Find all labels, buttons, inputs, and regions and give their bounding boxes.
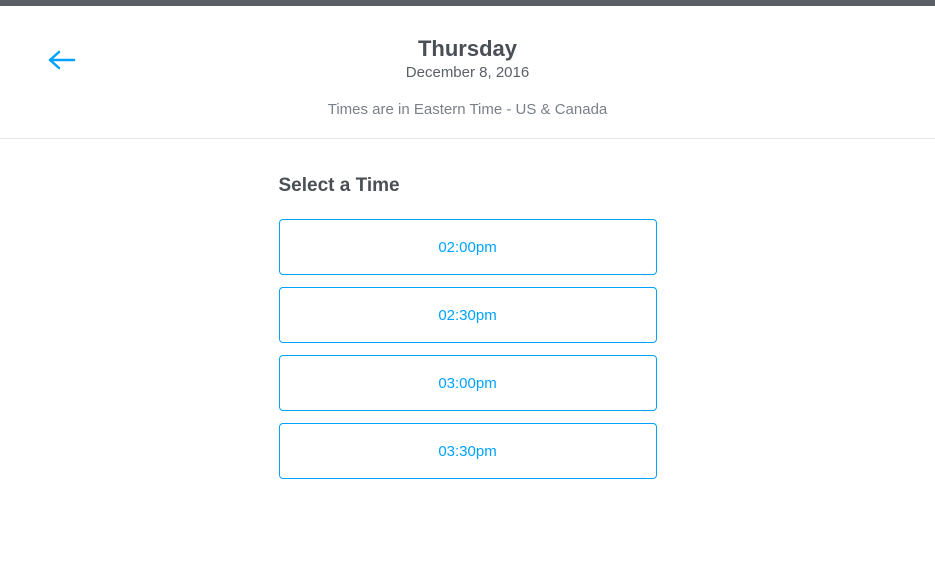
time-slot-button[interactable]: 03:00pm — [279, 355, 657, 411]
time-slot-label: 03:00pm — [438, 375, 496, 392]
full-date: December 8, 2016 — [20, 64, 915, 81]
time-slot-label: 03:30pm — [438, 443, 496, 460]
time-slot-button[interactable]: 03:30pm — [279, 423, 657, 479]
day-name: Thursday — [20, 36, 915, 62]
timezone-note: Times are in Eastern Time - US & Canada — [20, 101, 915, 118]
time-slot-label: 02:30pm — [438, 307, 496, 324]
back-button[interactable] — [48, 50, 78, 75]
time-slot-label: 02:00pm — [438, 239, 496, 256]
time-slot-button[interactable]: 02:00pm — [279, 219, 657, 275]
arrow-left-icon — [48, 50, 78, 70]
time-slot-button[interactable]: 02:30pm — [279, 287, 657, 343]
select-time-heading: Select a Time — [279, 175, 657, 197]
date-header: Thursday December 8, 2016 Times are in E… — [0, 6, 935, 139]
time-selection-panel: Select a Time 02:00pm 02:30pm 03:00pm 03… — [279, 139, 657, 479]
